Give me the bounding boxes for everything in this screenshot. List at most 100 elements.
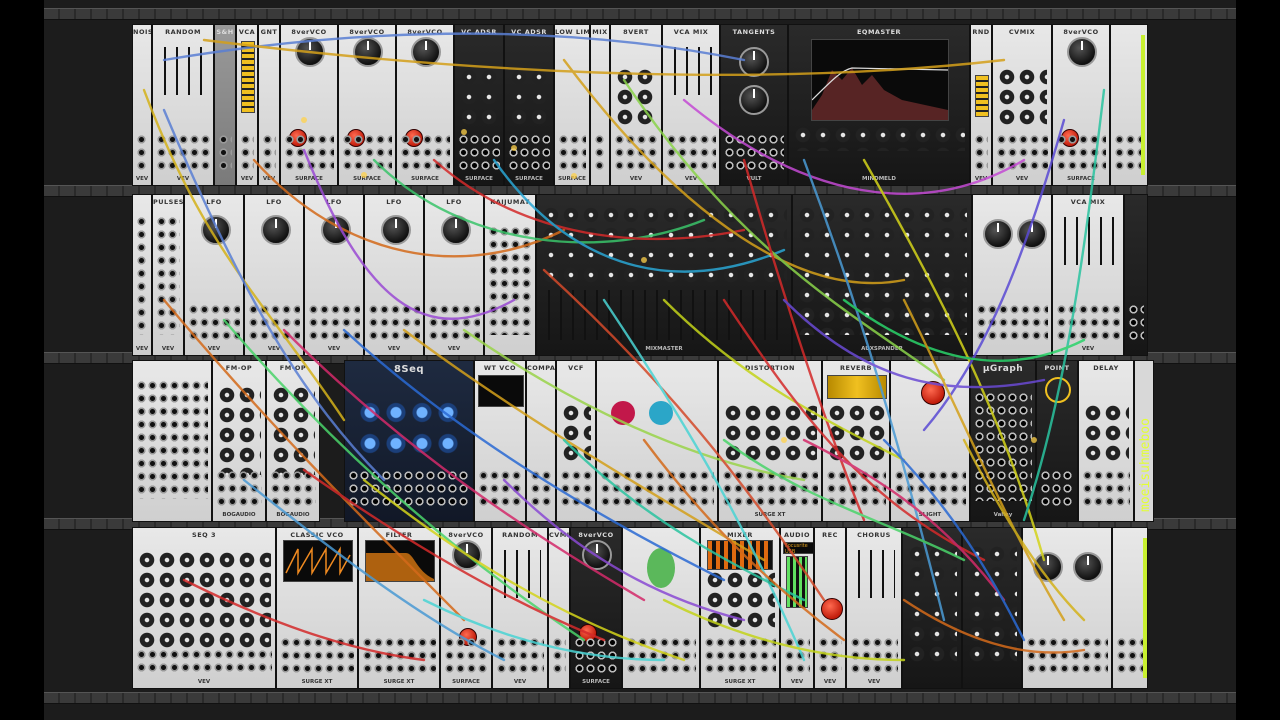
- jack-grid[interactable]: [1082, 469, 1130, 509]
- jack-grid[interactable]: [496, 636, 544, 676]
- jack-grid[interactable]: [722, 469, 818, 509]
- module-ugraph[interactable]: µGraph Valley: [970, 360, 1036, 522]
- jack-grid[interactable]: [894, 469, 966, 509]
- jack-grid[interactable]: [614, 133, 658, 173]
- jack-grid[interactable]: [284, 133, 334, 173]
- knob-bank[interactable]: [705, 570, 775, 630]
- jack-grid[interactable]: [270, 469, 316, 509]
- module-rings-style[interactable]: [972, 194, 1052, 356]
- position-knob[interactable]: [611, 401, 635, 425]
- jack-grid[interactable]: [216, 469, 262, 509]
- module-nois[interactable]: NOIS VEV: [132, 24, 152, 186]
- jack-grid[interactable]: [458, 133, 500, 173]
- freq-knob[interactable]: [201, 215, 231, 245]
- jack-grid[interactable]: [1040, 469, 1074, 509]
- jack-grid[interactable]: [1056, 303, 1120, 343]
- knob-bank[interactable]: [967, 544, 1017, 664]
- module-gnt[interactable]: GNT VEV: [258, 24, 280, 186]
- module-lfo-3[interactable]: LFO VEV: [304, 194, 364, 356]
- jack-grid[interactable]: [704, 636, 776, 676]
- module-rec[interactable]: REC VEV: [814, 527, 846, 689]
- jack-grid[interactable]: [368, 303, 420, 343]
- jack-grid[interactable]: [818, 636, 842, 676]
- module-befaco-1[interactable]: [902, 527, 962, 689]
- knob-bank[interactable]: [797, 205, 967, 335]
- jack-grid[interactable]: [974, 133, 988, 173]
- module-clouds-style[interactable]: SLIGHT: [890, 360, 970, 522]
- structure-knob[interactable]: [1017, 219, 1047, 249]
- module-chorus[interactable]: CHORUS VEV: [846, 527, 902, 689]
- jack-grid[interactable]: [826, 469, 886, 509]
- jack-grid[interactable]: [508, 133, 550, 173]
- knob-bank[interactable]: [827, 403, 885, 463]
- knob-bank[interactable]: [561, 403, 591, 463]
- freq-knob[interactable]: [261, 215, 291, 245]
- knob-bank[interactable]: [1083, 403, 1129, 463]
- jack-grid[interactable]: [136, 215, 148, 335]
- yellow-dial[interactable]: [1045, 377, 1071, 403]
- jack-grid[interactable]: [218, 133, 232, 173]
- frequency-knob[interactable]: [1033, 552, 1063, 582]
- module-8vervco-2[interactable]: 8verVCO SURFACE: [338, 24, 396, 186]
- module-random-2[interactable]: RANDOM VEV: [492, 527, 548, 689]
- module-vca[interactable]: VCA VEV: [236, 24, 258, 186]
- module-logic[interactable]: [132, 360, 212, 522]
- record-button[interactable]: [821, 598, 843, 620]
- octave-knob[interactable]: [1067, 37, 1097, 67]
- module-8vert[interactable]: 8VERT VEV: [610, 24, 662, 186]
- cutoff-knob[interactable]: [739, 47, 769, 77]
- knob-bank[interactable]: [793, 125, 965, 151]
- module-8vervco-5[interactable]: 8verVCO SURFACE: [440, 527, 492, 689]
- freq-knob[interactable]: [441, 215, 471, 245]
- module-side-strip[interactable]: [1124, 194, 1148, 356]
- knob-bank[interactable]: [615, 67, 657, 127]
- jack-grid[interactable]: [1114, 133, 1144, 173]
- jack-grid[interactable]: [1056, 133, 1106, 173]
- jack-grid[interactable]: [560, 469, 592, 509]
- module-lfo-2[interactable]: LFO VEV: [244, 194, 304, 356]
- slider-bank[interactable]: [669, 47, 713, 95]
- jack-grid[interactable]: [976, 303, 1048, 343]
- jack-grid[interactable]: [996, 133, 1048, 173]
- module-compare[interactable]: COMPARE: [526, 360, 556, 522]
- size-knob[interactable]: [649, 401, 673, 425]
- module-auxspander[interactable]: AUXSPANDER: [792, 194, 972, 356]
- octave-knob[interactable]: [411, 37, 441, 67]
- module-resonator[interactable]: [1022, 527, 1112, 689]
- module-mix[interactable]: MIX: [590, 24, 610, 186]
- jack-grid[interactable]: [974, 391, 1032, 501]
- module-cvmix-2[interactable]: CVMIX: [548, 527, 570, 689]
- jack-grid[interactable]: [574, 636, 618, 676]
- module-lfo-4[interactable]: LFO VEV: [364, 194, 424, 356]
- jack-grid[interactable]: [724, 133, 784, 173]
- knob-bank[interactable]: [907, 544, 957, 664]
- module-sample-hold[interactable]: S&H: [214, 24, 236, 186]
- module-low-limiter[interactable]: LOW LIMITER SURFACE: [554, 24, 590, 186]
- module-audio[interactable]: AUDIO Focusrite USB VEV: [780, 527, 814, 689]
- module-random[interactable]: RANDOM VEV: [152, 24, 214, 186]
- knob-bank[interactable]: [723, 403, 817, 463]
- octave-knob[interactable]: [353, 37, 383, 67]
- jack-grid[interactable]: [850, 636, 898, 676]
- freq-knob[interactable]: [381, 215, 411, 245]
- module-kaijumat[interactable]: KAIJUMAT: [484, 194, 536, 356]
- module-8seq[interactable]: 8Seq: [344, 360, 474, 522]
- jack-grid[interactable]: [428, 303, 480, 343]
- jack-grid[interactable]: [240, 133, 254, 173]
- jack-grid[interactable]: [362, 636, 436, 676]
- module-mixmaster[interactable]: MIXMASTER: [536, 194, 792, 356]
- jack-grid[interactable]: [262, 133, 276, 173]
- jack-grid[interactable]: [280, 636, 354, 676]
- module-rnd[interactable]: RND VEV: [970, 24, 992, 186]
- module-tangents[interactable]: TANGENTS VULT: [720, 24, 788, 186]
- knob-bank[interactable]: [459, 67, 499, 127]
- jack-grid[interactable]: [478, 469, 522, 509]
- octave-knob[interactable]: [295, 37, 325, 67]
- jack-grid[interactable]: [342, 133, 392, 173]
- slider-bank[interactable]: [159, 47, 207, 95]
- module-quantizer[interactable]: [1112, 527, 1148, 689]
- slider-bank[interactable]: [853, 550, 895, 598]
- module-8vervco-6[interactable]: 8verVCO SURFACE: [570, 527, 622, 689]
- module-delay[interactable]: DELAY: [1078, 360, 1134, 522]
- jack-grid[interactable]: [156, 133, 210, 173]
